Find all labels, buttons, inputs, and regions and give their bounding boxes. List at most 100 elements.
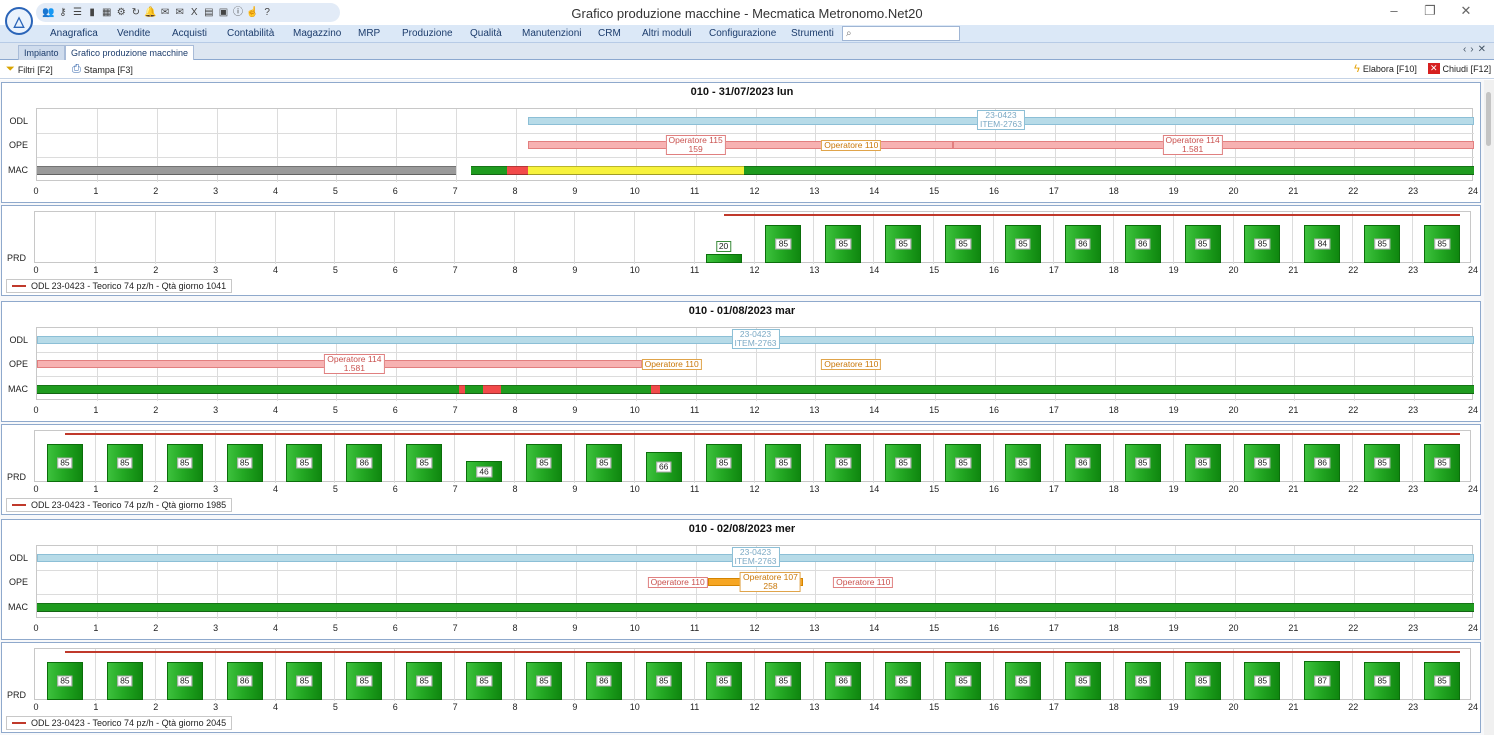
production-bar[interactable]: 85 (1424, 662, 1461, 700)
operator-bar[interactable] (527, 141, 954, 149)
production-bar[interactable]: 85 (46, 662, 83, 700)
production-bar[interactable]: 85 (525, 662, 562, 700)
machine-state-bar[interactable] (507, 166, 528, 175)
menu-item-qualit-[interactable]: Qualità (470, 28, 502, 39)
production-bar[interactable]: 86 (825, 662, 862, 700)
menu-item-magazzino[interactable]: Magazzino (293, 28, 341, 39)
production-bar[interactable]: 86 (1064, 444, 1101, 482)
production-bar[interactable]: 85 (825, 444, 862, 482)
production-bar[interactable]: 85 (945, 225, 982, 263)
machine-state-bar[interactable] (37, 385, 1474, 394)
metronomo-logo-icon[interactable]: △ (5, 7, 33, 35)
production-bar[interactable]: 85 (1364, 444, 1401, 482)
restore-button[interactable]: ❐ (1412, 3, 1448, 19)
tab-impianto[interactable]: Impianto (18, 45, 65, 60)
menu-item-contabilit-[interactable]: Contabilità (227, 28, 274, 39)
tab-navigation[interactable]: ‹›✕ (1463, 44, 1490, 55)
production-bar[interactable]: 86 (226, 662, 263, 700)
production-bar[interactable]: 85 (1244, 225, 1281, 263)
process-button[interactable]: ϟ Elabora [F10] (1354, 63, 1417, 75)
production-bar[interactable]: 85 (1004, 225, 1041, 263)
production-bar[interactable]: 85 (1424, 225, 1461, 263)
production-bar[interactable]: 85 (166, 444, 203, 482)
production-bar[interactable]: 85 (1124, 662, 1161, 700)
production-bar[interactable]: 87 (1304, 661, 1341, 700)
production-bar[interactable]: 85 (765, 662, 802, 700)
production-bar[interactable]: 85 (885, 444, 922, 482)
production-bar[interactable]: 85 (466, 662, 503, 700)
scrollbar-thumb[interactable] (1486, 92, 1491, 146)
machine-state-bar[interactable] (459, 385, 466, 394)
production-bar[interactable]: 84 (1304, 225, 1341, 263)
menu-item-acquisti[interactable]: Acquisti (172, 28, 207, 39)
production-bar[interactable]: 46 (466, 461, 503, 482)
machine-state-bar[interactable] (37, 603, 1474, 612)
production-bar[interactable]: 86 (1064, 225, 1101, 263)
production-bar[interactable]: 66 (645, 452, 682, 482)
menu-item-configurazione[interactable]: Configurazione (709, 28, 776, 39)
production-bar[interactable]: 85 (406, 662, 443, 700)
production-bar[interactable]: 85 (765, 225, 802, 263)
production-bar[interactable]: 85 (1124, 444, 1161, 482)
production-bar[interactable]: 85 (286, 444, 323, 482)
filters-button[interactable]: ⏷ Filtri [F2] (6, 63, 53, 76)
production-bar[interactable]: 85 (106, 662, 143, 700)
production-bar[interactable]: 20 (705, 241, 742, 263)
menu-item-altri-moduli[interactable]: Altri moduli (642, 28, 691, 39)
menu-item-vendite[interactable]: Vendite (117, 28, 150, 39)
production-bar[interactable]: 85 (885, 662, 922, 700)
production-bar[interactable]: 85 (1244, 662, 1281, 700)
close-button[interactable]: ✕ Chiudi [F12] (1428, 63, 1491, 74)
machine-state-bar[interactable] (471, 166, 508, 175)
minimize-button[interactable]: – (1376, 3, 1412, 19)
production-bar[interactable]: 85 (406, 444, 443, 482)
tab-grafico-produzione[interactable]: Grafico produzione macchine (65, 45, 195, 60)
production-bar[interactable]: 85 (106, 444, 143, 482)
machine-state-bar[interactable] (743, 166, 1474, 175)
menu-search-input[interactable]: ⌕ (842, 26, 960, 41)
production-bar[interactable]: 85 (1244, 444, 1281, 482)
production-bar[interactable]: 85 (1064, 662, 1101, 700)
production-bar[interactable]: 85 (1184, 225, 1221, 263)
production-bar[interactable]: 85 (645, 662, 682, 700)
production-bar[interactable]: 85 (705, 444, 742, 482)
chart-legend: ODL 23-0423 - Teorico 74 pz/h - Qtà gior… (6, 498, 233, 512)
production-bar[interactable]: 86 (1124, 225, 1161, 263)
machine-state-bar[interactable] (527, 166, 744, 175)
production-bar[interactable]: 85 (346, 662, 383, 700)
production-bar[interactable]: 86 (1304, 444, 1341, 482)
production-bar[interactable]: 86 (585, 662, 622, 700)
machine-state-bar[interactable] (37, 166, 457, 175)
production-bar[interactable]: 85 (1364, 662, 1401, 700)
production-bar[interactable]: 85 (945, 662, 982, 700)
production-bar[interactable]: 85 (825, 225, 862, 263)
production-bar[interactable]: 85 (765, 444, 802, 482)
production-bar[interactable]: 85 (226, 444, 263, 482)
menu-item-manutenzioni[interactable]: Manutenzioni (522, 28, 581, 39)
menu-item-produzione[interactable]: Produzione (402, 28, 453, 39)
production-bar[interactable]: 85 (1364, 225, 1401, 263)
production-bar[interactable]: 85 (1004, 444, 1041, 482)
menu-item-anagrafica[interactable]: Anagrafica (50, 28, 98, 39)
production-bar[interactable]: 85 (46, 444, 83, 482)
print-button[interactable]: ⎙ Stampa [F3] (72, 63, 133, 76)
machine-state-bar[interactable] (483, 385, 502, 394)
close-window-button[interactable]: ✕ (1448, 3, 1484, 19)
menu-item-mrp[interactable]: MRP (358, 28, 380, 39)
production-bar[interactable]: 86 (346, 444, 383, 482)
menu-item-strumenti[interactable]: Strumenti (791, 28, 834, 39)
production-bar[interactable]: 85 (286, 662, 323, 700)
vertical-scrollbar[interactable] (1484, 80, 1494, 735)
production-bar[interactable]: 85 (525, 444, 562, 482)
machine-state-bar[interactable] (650, 385, 660, 394)
production-bar[interactable]: 85 (1004, 662, 1041, 700)
production-bar[interactable]: 85 (1424, 444, 1461, 482)
production-bar[interactable]: 85 (705, 662, 742, 700)
production-bar[interactable]: 85 (585, 444, 622, 482)
production-bar[interactable]: 85 (1184, 662, 1221, 700)
production-bar[interactable]: 85 (945, 444, 982, 482)
production-bar[interactable]: 85 (166, 662, 203, 700)
production-bar[interactable]: 85 (1184, 444, 1221, 482)
menu-item-crm[interactable]: CRM (598, 28, 621, 39)
production-bar[interactable]: 85 (885, 225, 922, 263)
